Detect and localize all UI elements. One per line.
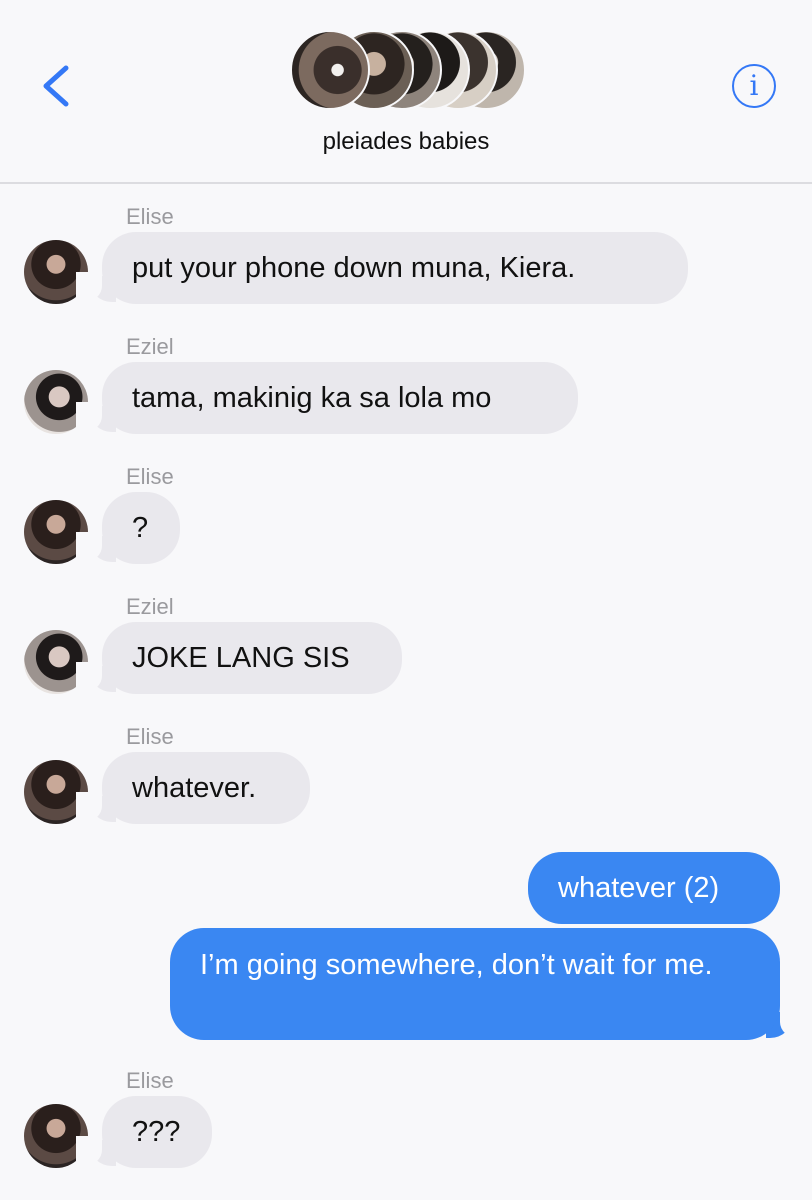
incoming-message-bubble[interactable]: ? — [102, 492, 180, 564]
outgoing-message-bubble[interactable]: whatever (2) — [528, 852, 780, 924]
info-icon: i — [749, 69, 759, 102]
incoming-message-bubble[interactable]: put your phone down muna, Kiera. — [102, 232, 688, 304]
outgoing-message-bubble[interactable]: I’m going somewhere, don’t wait for me. — [170, 928, 780, 1040]
group-avatar-stack[interactable] — [290, 30, 526, 112]
incoming-message-bubble[interactable]: ??? — [102, 1096, 212, 1168]
sender-name: Elise — [126, 464, 174, 489]
group-member-avatar — [290, 30, 370, 110]
chevron-left-icon — [43, 65, 69, 107]
conversation-header: pleiades babies i — [0, 0, 812, 184]
back-button[interactable] — [34, 58, 78, 114]
incoming-message-bubble[interactable]: JOKE LANG SIS — [102, 622, 402, 694]
sender-name: Elise — [126, 204, 174, 229]
sender-name: Elise — [126, 1068, 174, 1093]
info-button[interactable]: i — [732, 64, 776, 108]
incoming-message-bubble[interactable]: whatever. — [102, 752, 310, 824]
incoming-message-bubble[interactable]: tama, makinig ka sa lola mo — [102, 362, 578, 434]
group-name[interactable]: pleiades babies — [0, 128, 812, 156]
sender-name: Eziel — [126, 594, 174, 619]
sender-name: Elise — [126, 724, 174, 749]
sender-name: Eziel — [126, 334, 174, 359]
